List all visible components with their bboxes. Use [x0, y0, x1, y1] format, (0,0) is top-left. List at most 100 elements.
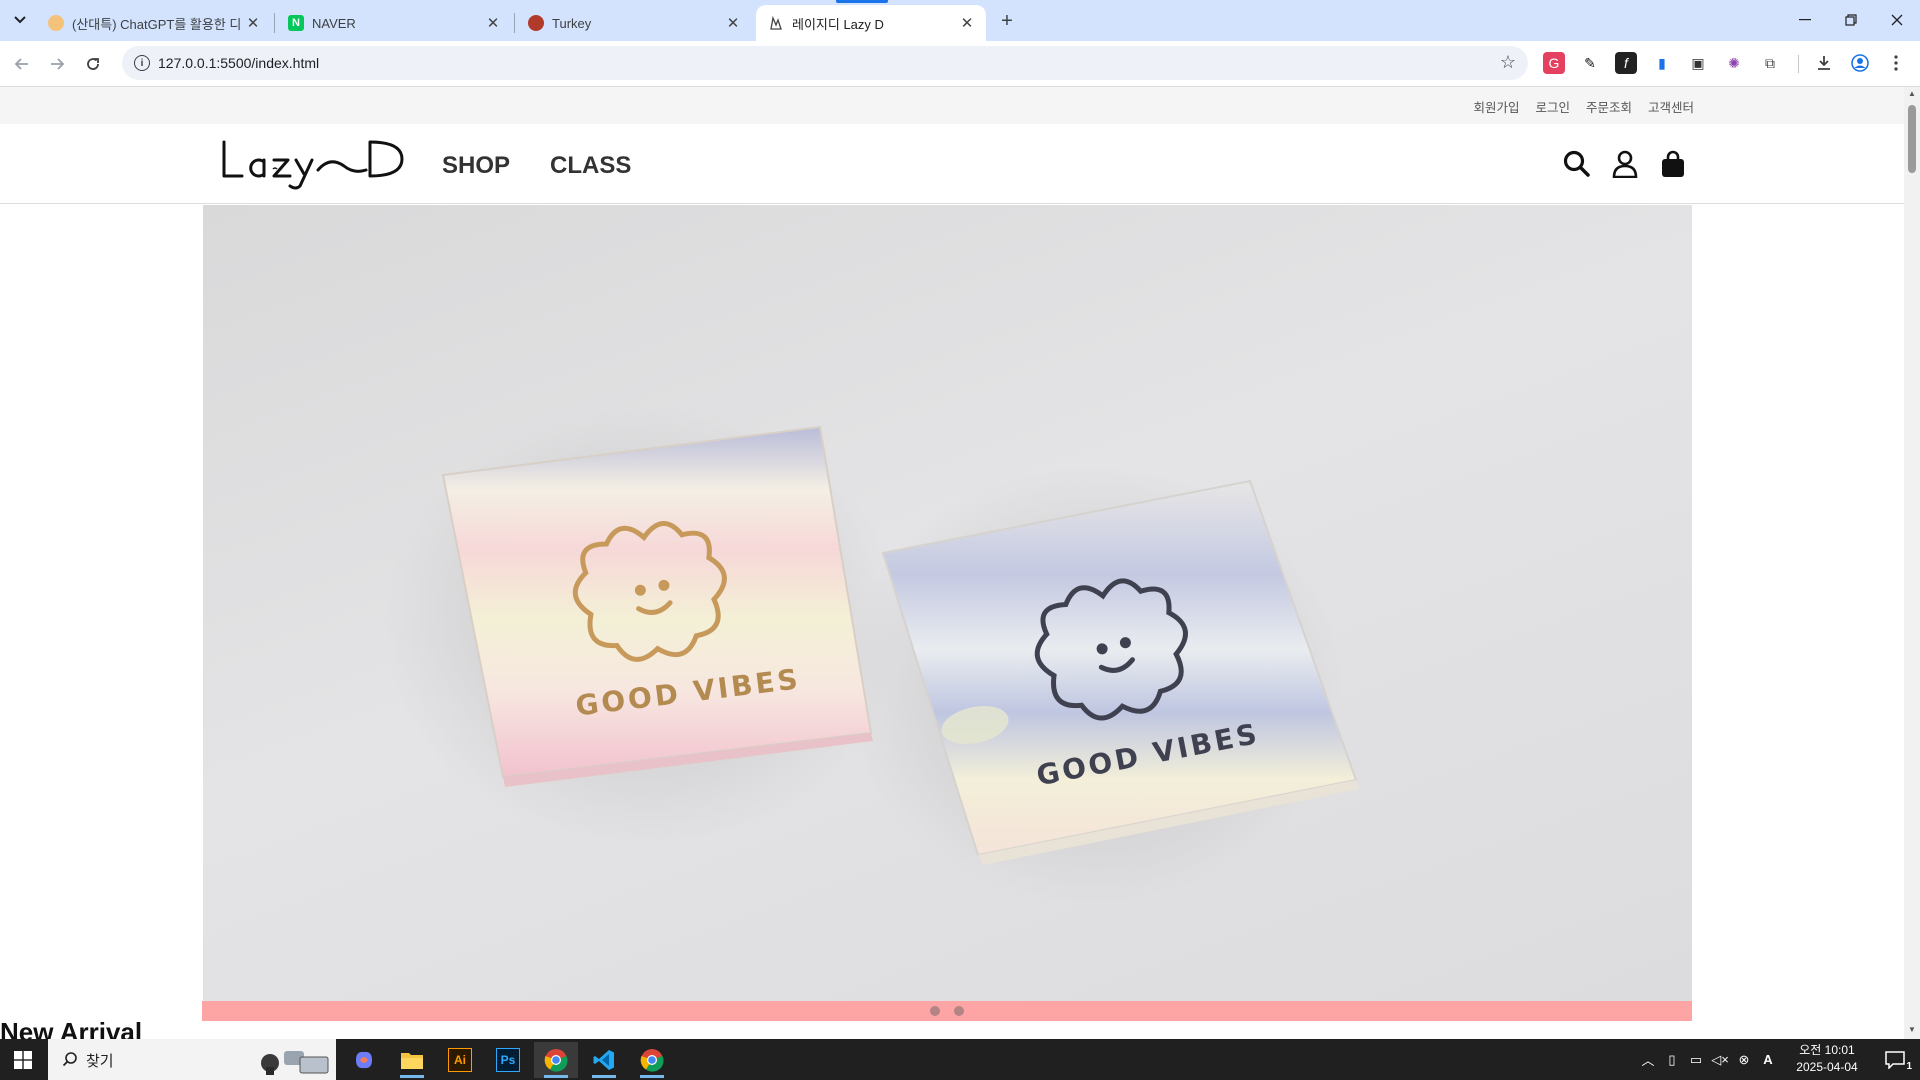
login-link[interactable]: 로그인: [1535, 97, 1570, 116]
tab-lazyd[interactable]: 레이지디 Lazy D ✕: [756, 5, 986, 41]
arrow-left-icon: [14, 58, 28, 70]
illustrator-icon: Ai: [448, 1048, 472, 1072]
chrome-icon: [640, 1049, 664, 1072]
ime-indicator[interactable]: A: [1756, 1052, 1780, 1067]
download-icon: [1818, 56, 1830, 70]
signup-link[interactable]: 회원가입: [1473, 97, 1519, 116]
browser-tab-strip: (산대특) ChatGPT를 활용한 디 ✕ N NAVER ✕ Turkey …: [0, 0, 1920, 41]
tab-turkey[interactable]: Turkey ✕: [516, 5, 752, 41]
tab-chatgpt[interactable]: (산대특) ChatGPT를 활용한 디 ✕: [36, 5, 272, 41]
active-tab-marker: [836, 0, 888, 3]
volume-muted-icon[interactable]: ◁×: [1708, 1052, 1732, 1068]
taskbar-chrome-active[interactable]: [534, 1042, 578, 1078]
running-indicator: [400, 1075, 424, 1078]
search-icon[interactable]: [1560, 147, 1594, 181]
tab-title: (산대특) ChatGPT를 활용한 디: [72, 16, 242, 32]
tray-device-icon[interactable]: ▯: [1660, 1052, 1684, 1068]
back-button[interactable]: [8, 50, 36, 78]
status-x-circle-icon[interactable]: ⊗: [1732, 1052, 1756, 1068]
taskbar-file-explorer[interactable]: [390, 1042, 434, 1078]
nav-shop[interactable]: SHOP: [442, 152, 510, 180]
naver-favicon-icon: N: [288, 15, 304, 31]
scroll-up-arrow-icon[interactable]: ▲: [1908, 89, 1916, 98]
shopping-bag-icon[interactable]: [1656, 147, 1690, 181]
page-viewport: 회원가입 로그인 주문조회 고객센터 SHOP CLASS GOOD VIBES…: [0, 87, 1904, 1039]
nav-class[interactable]: CLASS: [550, 152, 631, 180]
slide-dot-1[interactable]: [930, 1006, 940, 1016]
utility-links: 회원가입 로그인 주문조회 고객센터: [1473, 97, 1694, 116]
forward-button[interactable]: [43, 50, 71, 78]
eyedropper-extension-icon[interactable]: ✎: [1579, 52, 1601, 74]
running-indicator: [544, 1075, 568, 1078]
font-extension-icon[interactable]: f: [1615, 52, 1637, 74]
new-arrival-title: New Arrival: [0, 1017, 143, 1039]
restore-button[interactable]: [1828, 0, 1874, 40]
running-indicator: [592, 1075, 616, 1078]
tab-separator: [274, 13, 275, 33]
taskbar-chrome-2[interactable]: [630, 1042, 674, 1078]
image-extension-icon[interactable]: ▣: [1687, 52, 1709, 74]
close-icon[interactable]: ✕: [484, 14, 502, 32]
site-logo[interactable]: [220, 136, 404, 195]
download-button[interactable]: [1813, 52, 1835, 74]
profile-button[interactable]: [1849, 52, 1871, 74]
order-lookup-link[interactable]: 주문조회: [1586, 97, 1632, 116]
arrow-right-icon: [51, 58, 65, 70]
system-tray: ︿ ▯ ▭ ◁× ⊗ A: [1636, 1039, 1780, 1080]
tray-overflow-chevron-up-icon[interactable]: ︿: [1636, 1050, 1660, 1069]
user-icon[interactable]: [1608, 147, 1642, 181]
extensions-puzzle-icon[interactable]: ⧉: [1759, 52, 1781, 74]
notification-count: 1: [1906, 1061, 1912, 1072]
lazyd-favicon-icon: [768, 15, 784, 31]
start-button[interactable]: [0, 1039, 46, 1080]
tab-search-button[interactable]: [6, 8, 34, 32]
bookmark-star-icon[interactable]: ☆: [1500, 52, 1516, 73]
color-wheel-extension-icon[interactable]: ✺: [1723, 52, 1745, 74]
extension-g-icon[interactable]: G: [1543, 52, 1565, 74]
site-header: SHOP CLASS: [0, 124, 1904, 204]
page-scrollbar[interactable]: ▲ ▼: [1904, 87, 1920, 1039]
copilot-icon: [356, 1051, 372, 1069]
more-vertical-icon: [1894, 55, 1898, 71]
site-info-icon[interactable]: i: [134, 55, 150, 71]
taskbar-photoshop[interactable]: Ps: [486, 1042, 530, 1078]
url-text[interactable]: 127.0.0.1:5500/index.html: [158, 55, 319, 71]
notification-center-button[interactable]: 1: [1872, 1042, 1918, 1078]
browser-menu-button[interactable]: [1885, 52, 1907, 74]
toolbar-separator: [1798, 55, 1799, 73]
lazyd-logo: [222, 140, 404, 190]
taskbar-copilot[interactable]: [342, 1042, 386, 1078]
close-icon[interactable]: ✕: [244, 14, 262, 32]
translate-extension-icon[interactable]: ▮: [1651, 52, 1673, 74]
turkey-favicon-icon: [528, 15, 544, 31]
customer-center-link[interactable]: 고객센터: [1648, 97, 1694, 116]
hero-slide-image: GOOD VIBES GOOD VIBES: [203, 205, 1692, 1002]
tab-naver[interactable]: N NAVER ✕: [276, 5, 512, 41]
taskbar-search[interactable]: 찾기: [48, 1039, 336, 1080]
search-icon: [62, 1052, 77, 1067]
new-tab-button[interactable]: +: [994, 8, 1020, 34]
taskbar-illustrator[interactable]: Ai: [438, 1042, 482, 1078]
user-avatar-favicon-icon: [48, 15, 64, 31]
minimize-button[interactable]: [1782, 0, 1828, 40]
clock-date: 2025-04-04: [1796, 1060, 1858, 1074]
minimize-icon: [1799, 19, 1811, 21]
profile-icon: [1851, 54, 1869, 72]
close-window-button[interactable]: [1874, 0, 1920, 40]
folder-icon: [401, 1053, 423, 1069]
tab-title: NAVER: [312, 15, 356, 31]
taskbar-vscode[interactable]: [582, 1042, 626, 1078]
network-icon[interactable]: ▭: [1684, 1052, 1708, 1068]
address-bar[interactable]: i 127.0.0.1:5500/index.html ☆: [122, 46, 1528, 80]
search-highlight-illustration-icon: [261, 1051, 329, 1075]
taskbar-clock[interactable]: 오전 10:01 2025-04-04: [1782, 1042, 1872, 1076]
main-nav: SHOP CLASS: [442, 152, 631, 180]
slide-dot-2[interactable]: [954, 1006, 964, 1016]
hero-soaps-image: GOOD VIBES GOOD VIBES: [383, 405, 1359, 905]
close-icon[interactable]: ✕: [724, 14, 742, 32]
close-icon[interactable]: ✕: [958, 14, 976, 32]
scroll-thumb[interactable]: [1908, 105, 1916, 173]
browser-toolbar: i 127.0.0.1:5500/index.html ☆ G ✎ f ▮ ▣ …: [0, 41, 1920, 87]
reload-button[interactable]: [79, 50, 107, 78]
scroll-down-arrow-icon[interactable]: ▼: [1908, 1025, 1916, 1034]
